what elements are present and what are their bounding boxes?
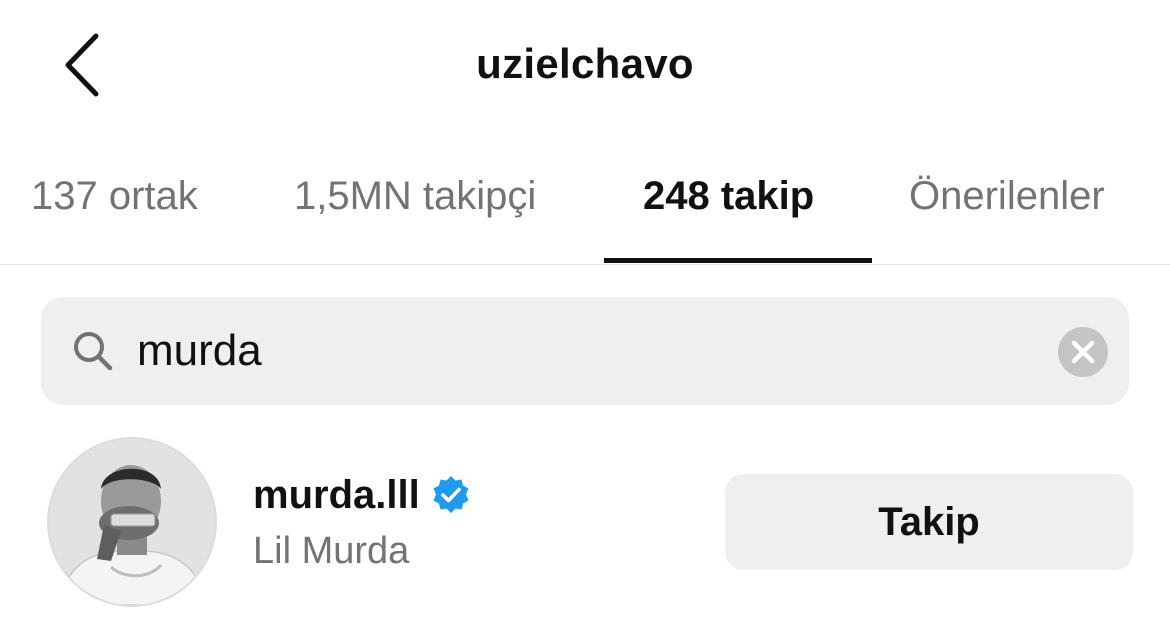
search-icon: [74, 332, 113, 371]
top-bar: uzielchavo: [0, 0, 1170, 130]
full-name: Lil Murda: [253, 530, 410, 572]
tab-bar: 137 ortak 1,5MN takipçi 248 takip Öneril…: [0, 160, 1170, 265]
tab-mutual[interactable]: 137 ortak: [31, 174, 198, 219]
avatar[interactable]: [47, 437, 217, 607]
search-input[interactable]: [137, 321, 1017, 381]
follow-button[interactable]: Takip: [725, 474, 1133, 570]
username[interactable]: murda.lll: [253, 473, 420, 518]
clear-icon[interactable]: [1058, 327, 1108, 377]
list-item[interactable]: murda.lll Lil Murda Takip: [0, 430, 1170, 620]
page-title: uzielchavo: [476, 40, 694, 87]
tab-following[interactable]: 248 takip: [643, 174, 814, 219]
search-bar[interactable]: [41, 297, 1129, 405]
verified-badge-icon: [433, 476, 469, 513]
tab-followers[interactable]: 1,5MN takipçi: [294, 174, 536, 219]
clear-search-button[interactable]: [1058, 327, 1108, 377]
username-line: murda.lll: [253, 470, 472, 520]
profile-photo-image: [49, 439, 215, 605]
active-tab-indicator: [604, 258, 872, 263]
tab-suggested[interactable]: Önerilenler: [909, 174, 1105, 219]
